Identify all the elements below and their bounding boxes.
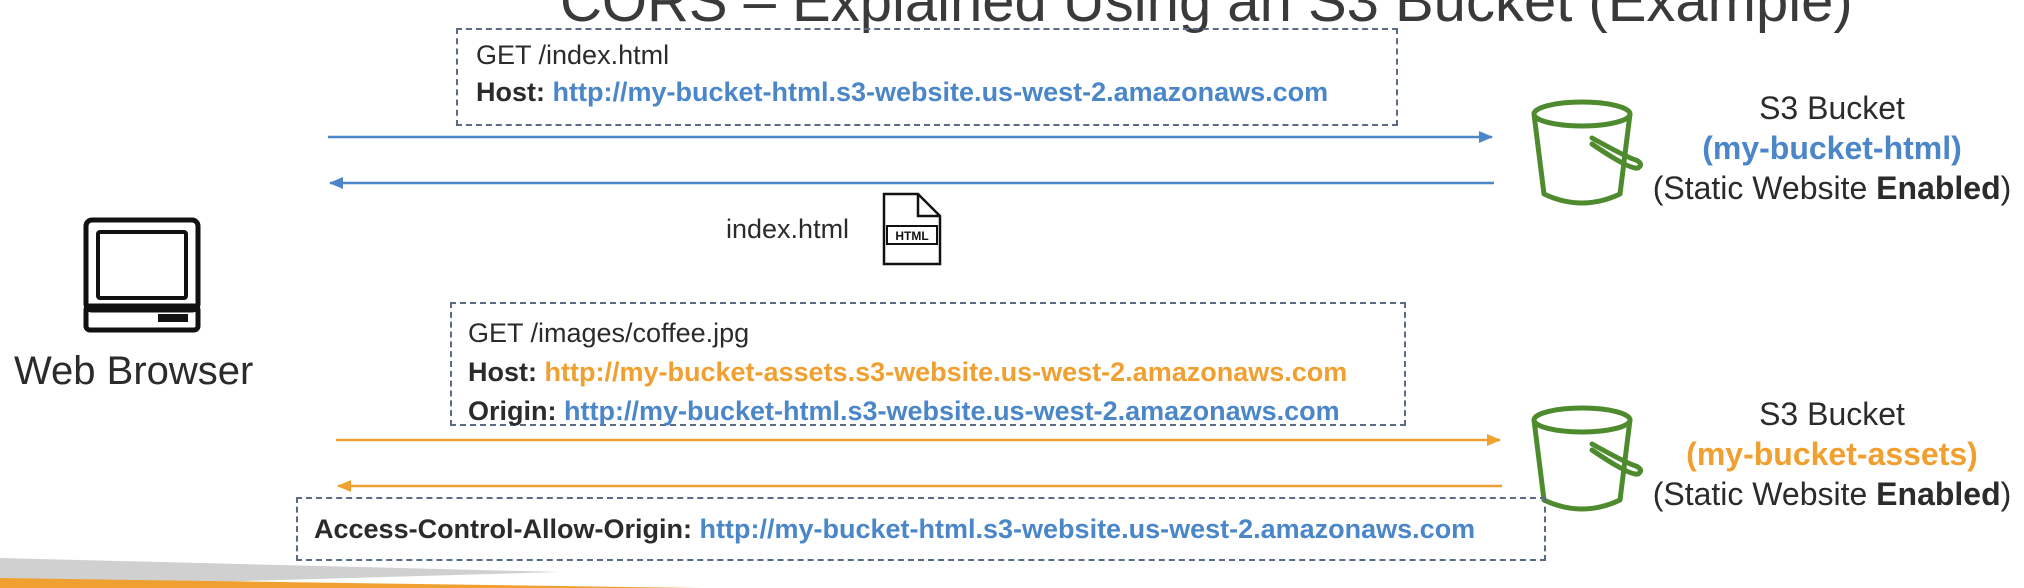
html-file-icon: HTML xyxy=(882,192,942,266)
computer-icon xyxy=(83,217,201,333)
host-header-url: http://my-bucket-html.s3-website.us-west… xyxy=(552,77,1329,107)
bucket1-caption: S3 Bucket (my-bucket-html) (Static Websi… xyxy=(1640,88,2024,208)
s3-bucket-icon xyxy=(1531,99,1644,206)
acao-header-label: Access-Control-Allow-Origin: xyxy=(314,514,693,544)
bucket1-status: (Static Website Enabled) xyxy=(1652,170,2012,206)
bucket2-caption: S3 Bucket (my-bucket-assets) (Static Web… xyxy=(1640,394,2024,514)
response1-file-label: index.html xyxy=(726,214,850,244)
origin-header-url: http://my-bucket-html.s3-website.us-west… xyxy=(564,396,1340,426)
bucket2-status: (Static Website Enabled) xyxy=(1652,476,2012,512)
origin-header-label: Origin: xyxy=(468,396,557,426)
bucket2-name: (my-bucket-assets) xyxy=(1686,436,1978,472)
slide-accent xyxy=(0,558,700,588)
s3-bucket-icon xyxy=(1531,405,1644,512)
bucket1-title: S3 Bucket xyxy=(1759,90,1905,126)
request1-box: GET /index.html Host: http://my-bucket-h… xyxy=(456,28,1398,126)
request2-box: GET /images/coffee.jpg Host: http://my-b… xyxy=(450,302,1406,426)
response2-box: Access-Control-Allow-Origin: http://my-b… xyxy=(296,497,1546,561)
bucket1-name: (my-bucket-html) xyxy=(1702,130,1962,166)
host-header-label: Host: xyxy=(476,77,545,107)
request2-method-line: GET /images/coffee.jpg xyxy=(468,318,750,348)
acao-header-url: http://my-bucket-html.s3-website.us-west… xyxy=(699,514,1476,544)
html-file-icon-text: HTML xyxy=(895,229,928,243)
host-header-url: http://my-bucket-assets.s3-website.us-we… xyxy=(544,357,1348,387)
host-header-label: Host: xyxy=(468,357,537,387)
web-browser-label: Web Browser xyxy=(14,349,254,393)
request1-method-line: GET /index.html xyxy=(476,40,670,70)
bucket2-title: S3 Bucket xyxy=(1759,396,1905,432)
